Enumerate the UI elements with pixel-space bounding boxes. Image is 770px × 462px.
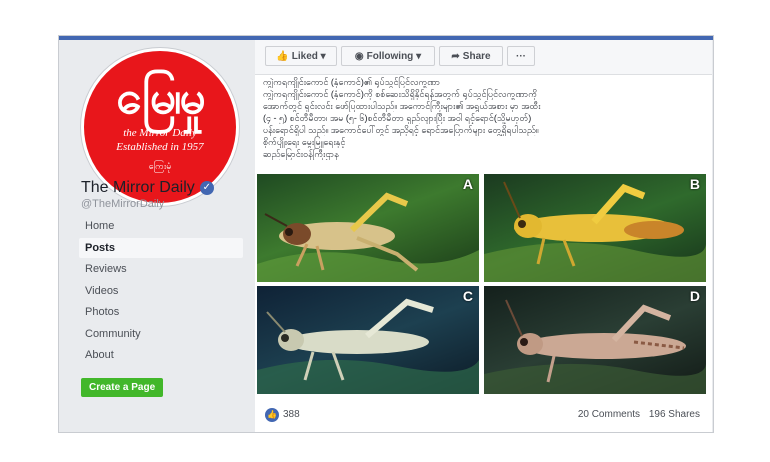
locust-illustration (484, 181, 706, 282)
photo-label: A (462, 176, 473, 192)
share-button[interactable]: ➦ Share (439, 46, 503, 66)
chevron-down-icon: ▾ (416, 51, 422, 62)
logo-established: Established in 1957 (116, 141, 204, 153)
share-label: Share (462, 51, 491, 62)
post-text-line: ပန်းရောင်ရှိပါ သည်။ အကောင်ပေါ်တွင် အညိုရ… (263, 125, 539, 135)
post-text-line: ဆည်မြောင်းဝန်ကြီးဌာန (263, 149, 339, 159)
page-name-text[interactable]: The Mirror Daily (81, 179, 195, 197)
like-reaction-icon[interactable]: 👍 (265, 408, 279, 422)
page-sidebar: မြေ၊မှု the Mirror Daily Established in … (59, 40, 249, 432)
locust-illustration (484, 299, 706, 394)
facebook-page-frame: မြေ၊မှု the Mirror Daily Established in … (58, 35, 714, 433)
post-text: ကျွဲကရကျိုင်းကောင် (နှံကောင်)၏ ရုပ်သွင်ပ… (263, 76, 703, 160)
liked-label: Liked (291, 51, 318, 62)
post-text-line: အောက်တွင် ရှင်းလင်း ဖော်ပြထားပါသည်။ အကော… (263, 101, 541, 111)
post-text-line: ကျွဲကရကျိုင်းကောင် (နှံကောင်)၏ ရုပ်သွင်ပ… (263, 77, 441, 87)
nav-item-reviews[interactable]: Reviews (79, 259, 243, 279)
post-area: 👍 Liked ▾ ◉ Following ▾ ➦ Share ··· ကျွဲကရက… (255, 40, 712, 432)
nav-item-home[interactable]: Home (79, 216, 243, 236)
post-stats: 20 Comments 196 Shares (572, 409, 700, 420)
comments-count[interactable]: 20 Comments (578, 409, 640, 420)
share-arrow-icon: ➦ (451, 51, 460, 62)
verified-badge-icon: ✓ (199, 181, 214, 195)
nav-item-photos[interactable]: Photos (79, 302, 243, 322)
post-text-line: စိုက်ပျိုးရေး မွေးမြူရေးနှင့် (263, 137, 346, 147)
photo-label: C (462, 288, 473, 304)
nav-item-about[interactable]: About (79, 345, 243, 365)
logo-bottom-text: ကြေးမုံ (148, 162, 172, 172)
chevron-down-icon: ▾ (320, 51, 326, 62)
shares-count[interactable]: 196 Shares (649, 409, 700, 420)
post-photo-b[interactable]: B (484, 174, 706, 282)
rss-icon: ◉ (354, 51, 364, 62)
more-options-button[interactable]: ··· (507, 46, 535, 66)
liked-button[interactable]: 👍 Liked ▾ (265, 46, 337, 66)
page-name[interactable]: The Mirror Daily ✓ (81, 179, 214, 197)
post-footer: 👍 388 20 Comments 196 Shares (255, 400, 712, 430)
nav-item-posts[interactable]: Posts (79, 237, 243, 258)
logo-english-name: the Mirror Daily (123, 127, 197, 139)
page-nav: Home Posts Reviews Videos Photos Communi… (79, 216, 243, 367)
photo-label: D (689, 288, 700, 304)
post-photo-c[interactable]: C (257, 286, 479, 394)
post-photo-d[interactable]: D (484, 286, 706, 394)
nav-item-community[interactable]: Community (79, 324, 243, 344)
following-label: Following (366, 51, 414, 62)
photo-label: B (689, 176, 700, 192)
like-count[interactable]: 388 (283, 409, 300, 420)
following-button[interactable]: ◉ Following ▾ (341, 46, 435, 66)
locust-illustration (257, 192, 479, 282)
page-action-bar: 👍 Liked ▾ ◉ Following ▾ ➦ Share ··· (255, 40, 712, 75)
post-text-line: (၄ - ၅) စင်တီမီတာ၊ အမ (၅- ၆)စင်တီမီတာ ရှ… (263, 113, 532, 123)
page-handle[interactable]: @TheMirrorDaily (81, 198, 164, 210)
locust-illustration (257, 298, 479, 394)
create-page-button[interactable]: Create a Page (81, 378, 164, 397)
logo-script: မြေ၊မှု (116, 70, 205, 124)
post-photo-a[interactable]: A (257, 174, 479, 282)
nav-item-videos[interactable]: Videos (79, 281, 243, 301)
thumbs-up-icon: 👍 (276, 51, 289, 62)
post-text-line: ကျွဲကရကျိုင်းကောင် (နှံကောင်)ကို စစ်ဆေးသ… (263, 89, 537, 99)
